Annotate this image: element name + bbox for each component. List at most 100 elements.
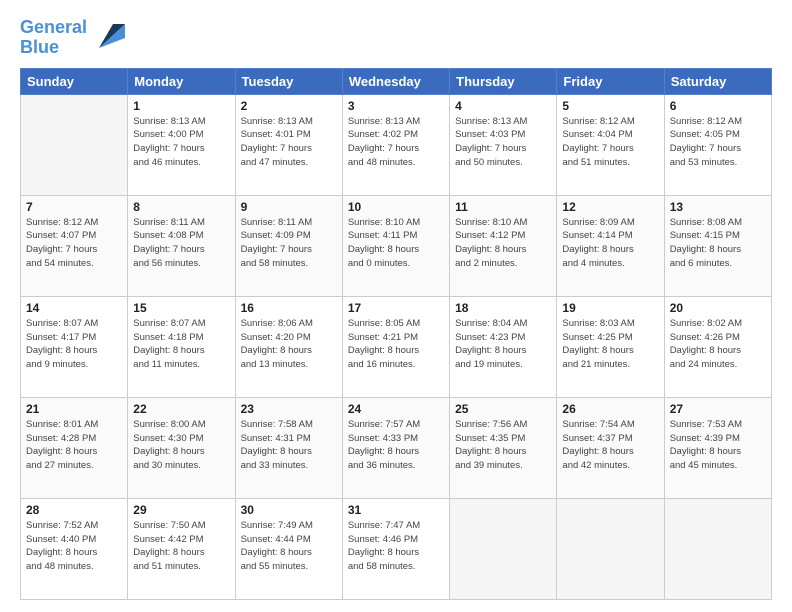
calendar-cell: 12Sunrise: 8:09 AM Sunset: 4:14 PM Dayli… (557, 195, 664, 296)
day-number: 18 (455, 301, 551, 315)
cell-info: Sunrise: 8:07 AM Sunset: 4:17 PM Dayligh… (26, 317, 122, 372)
cell-info: Sunrise: 7:50 AM Sunset: 4:42 PM Dayligh… (133, 519, 229, 574)
calendar-cell: 29 Sunrise: 7:50 AM Sunset: 4:42 PM Dayli… (128, 498, 235, 599)
calendar-cell: 19 Sunrise: 8:03 AM Sunset: 4:25 PM Dayli… (557, 296, 664, 397)
logo-text: General Blue (20, 18, 87, 58)
cell-info: Sunrise: 8:06 AM Sunset: 4:20 PM Dayligh… (241, 317, 337, 372)
calendar-week-0: 1Sunrise: 8:13 AM Sunset: 4:00 PM Daylig… (21, 94, 772, 195)
calendar: SundayMondayTuesdayWednesdayThursdayFrid… (20, 68, 772, 600)
cell-info: Sunrise: 8:10 AM Sunset: 4:11 PM Dayligh… (348, 216, 444, 271)
calendar-cell: 31 Sunrise: 7:47 AM Sunset: 4:46 PM Dayli… (342, 498, 449, 599)
day-number: 26 (562, 402, 658, 416)
day-number: 9 (241, 200, 337, 214)
day-number: 16 (241, 301, 337, 315)
cell-info: Sunrise: 8:01 AM Sunset: 4:28 PM Dayligh… (26, 418, 122, 473)
cell-info: Sunrise: 7:58 AM Sunset: 4:31 PM Dayligh… (241, 418, 337, 473)
calendar-cell: 13 Sunrise: 8:08 AM Sunset: 4:15 PM Dayli… (664, 195, 771, 296)
cell-info: Sunrise: 7:49 AM Sunset: 4:44 PM Dayligh… (241, 519, 337, 574)
cell-info: Sunrise: 7:54 AM Sunset: 4:37 PM Dayligh… (562, 418, 658, 473)
day-number: 3 (348, 99, 444, 113)
cell-info: Sunrise: 8:04 AM Sunset: 4:23 PM Dayligh… (455, 317, 551, 372)
calendar-cell: 17 Sunrise: 8:05 AM Sunset: 4:21 PM Dayli… (342, 296, 449, 397)
cell-info: Sunrise: 8:12 AM Sunset: 4:07 PM Dayligh… (26, 216, 122, 271)
cell-info: Sunrise: 7:56 AM Sunset: 4:35 PM Dayligh… (455, 418, 551, 473)
calendar-cell: 30 Sunrise: 7:49 AM Sunset: 4:44 PM Dayli… (235, 498, 342, 599)
logo: General Blue (20, 18, 125, 58)
calendar-cell (450, 498, 557, 599)
cell-info: Sunrise: 8:13 AM Sunset: 4:01 PM Dayligh… (241, 115, 337, 170)
weekday-header-thursday: Thursday (450, 68, 557, 94)
day-number: 31 (348, 503, 444, 517)
calendar-cell: 5Sunrise: 8:12 AM Sunset: 4:04 PM Daylig… (557, 94, 664, 195)
calendar-cell: 7 Sunrise: 8:12 AM Sunset: 4:07 PM Daylig… (21, 195, 128, 296)
day-number: 23 (241, 402, 337, 416)
calendar-week-3: 21 Sunrise: 8:01 AM Sunset: 4:28 PM Dayli… (21, 397, 772, 498)
day-number: 28 (26, 503, 122, 517)
day-number: 25 (455, 402, 551, 416)
page: General Blue SundayMondayTuesdayWednesda… (0, 0, 792, 612)
weekday-header-saturday: Saturday (664, 68, 771, 94)
cell-info: Sunrise: 8:12 AM Sunset: 4:05 PM Dayligh… (670, 115, 766, 170)
day-number: 5 (562, 99, 658, 113)
calendar-week-1: 7 Sunrise: 8:12 AM Sunset: 4:07 PM Daylig… (21, 195, 772, 296)
calendar-cell: 2 Sunrise: 8:13 AM Sunset: 4:01 PM Daylig… (235, 94, 342, 195)
weekday-header-sunday: Sunday (21, 68, 128, 94)
day-number: 8 (133, 200, 229, 214)
day-number: 22 (133, 402, 229, 416)
weekday-header-row: SundayMondayTuesdayWednesdayThursdayFrid… (21, 68, 772, 94)
day-number: 11 (455, 200, 551, 214)
calendar-cell: 8Sunrise: 8:11 AM Sunset: 4:08 PM Daylig… (128, 195, 235, 296)
calendar-cell: 25 Sunrise: 7:56 AM Sunset: 4:35 PM Dayli… (450, 397, 557, 498)
calendar-cell: 1Sunrise: 8:13 AM Sunset: 4:00 PM Daylig… (128, 94, 235, 195)
calendar-cell: 9Sunrise: 8:11 AM Sunset: 4:09 PM Daylig… (235, 195, 342, 296)
day-number: 4 (455, 99, 551, 113)
calendar-cell: 6 Sunrise: 8:12 AM Sunset: 4:05 PM Daylig… (664, 94, 771, 195)
calendar-cell: 18 Sunrise: 8:04 AM Sunset: 4:23 PM Dayli… (450, 296, 557, 397)
day-number: 17 (348, 301, 444, 315)
day-number: 20 (670, 301, 766, 315)
calendar-cell: 15 Sunrise: 8:07 AM Sunset: 4:18 PM Dayli… (128, 296, 235, 397)
calendar-cell: 26 Sunrise: 7:54 AM Sunset: 4:37 PM Dayli… (557, 397, 664, 498)
day-number: 13 (670, 200, 766, 214)
day-number: 24 (348, 402, 444, 416)
cell-info: Sunrise: 7:57 AM Sunset: 4:33 PM Dayligh… (348, 418, 444, 473)
day-number: 19 (562, 301, 658, 315)
calendar-cell (21, 94, 128, 195)
calendar-cell: 16 Sunrise: 8:06 AM Sunset: 4:20 PM Dayli… (235, 296, 342, 397)
calendar-week-2: 14 Sunrise: 8:07 AM Sunset: 4:17 PM Dayli… (21, 296, 772, 397)
day-number: 21 (26, 402, 122, 416)
logo-icon (91, 20, 125, 48)
day-number: 6 (670, 99, 766, 113)
cell-info: Sunrise: 8:00 AM Sunset: 4:30 PM Dayligh… (133, 418, 229, 473)
calendar-cell (557, 498, 664, 599)
cell-info: Sunrise: 8:13 AM Sunset: 4:02 PM Dayligh… (348, 115, 444, 170)
calendar-cell: 20 Sunrise: 8:02 AM Sunset: 4:26 PM Dayli… (664, 296, 771, 397)
cell-info: Sunrise: 7:47 AM Sunset: 4:46 PM Dayligh… (348, 519, 444, 574)
calendar-cell (664, 498, 771, 599)
day-number: 30 (241, 503, 337, 517)
day-number: 15 (133, 301, 229, 315)
day-number: 29 (133, 503, 229, 517)
weekday-header-monday: Monday (128, 68, 235, 94)
cell-info: Sunrise: 8:09 AM Sunset: 4:14 PM Dayligh… (562, 216, 658, 271)
cell-info: Sunrise: 8:13 AM Sunset: 4:03 PM Dayligh… (455, 115, 551, 170)
calendar-cell: 10 Sunrise: 8:10 AM Sunset: 4:11 PM Dayli… (342, 195, 449, 296)
day-number: 14 (26, 301, 122, 315)
day-number: 7 (26, 200, 122, 214)
calendar-cell: 4 Sunrise: 8:13 AM Sunset: 4:03 PM Daylig… (450, 94, 557, 195)
cell-info: Sunrise: 8:02 AM Sunset: 4:26 PM Dayligh… (670, 317, 766, 372)
day-number: 2 (241, 99, 337, 113)
cell-info: Sunrise: 8:05 AM Sunset: 4:21 PM Dayligh… (348, 317, 444, 372)
cell-info: Sunrise: 8:03 AM Sunset: 4:25 PM Dayligh… (562, 317, 658, 372)
cell-info: Sunrise: 8:07 AM Sunset: 4:18 PM Dayligh… (133, 317, 229, 372)
cell-info: Sunrise: 8:08 AM Sunset: 4:15 PM Dayligh… (670, 216, 766, 271)
calendar-cell: 22 Sunrise: 8:00 AM Sunset: 4:30 PM Dayli… (128, 397, 235, 498)
header: General Blue (20, 18, 772, 58)
weekday-header-friday: Friday (557, 68, 664, 94)
day-number: 1 (133, 99, 229, 113)
weekday-header-tuesday: Tuesday (235, 68, 342, 94)
calendar-cell: 3 Sunrise: 8:13 AM Sunset: 4:02 PM Daylig… (342, 94, 449, 195)
weekday-header-wednesday: Wednesday (342, 68, 449, 94)
calendar-week-4: 28Sunrise: 7:52 AM Sunset: 4:40 PM Dayli… (21, 498, 772, 599)
day-number: 10 (348, 200, 444, 214)
